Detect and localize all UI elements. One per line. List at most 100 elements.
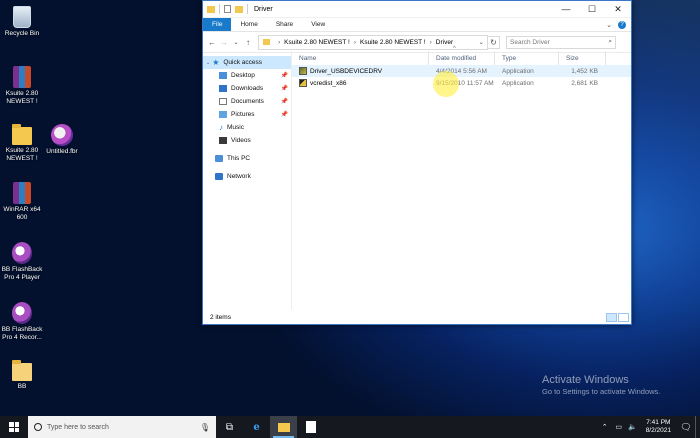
new-folder-icon[interactable]	[235, 5, 243, 13]
network-icon[interactable]: ▭	[612, 423, 626, 431]
column-header-date[interactable]: Date modified	[429, 51, 495, 65]
winrar-archive-icon	[13, 66, 31, 88]
desktop-icon-bb-recorder[interactable]: BB FlashBack Pro 4 Recor...	[0, 302, 44, 342]
task-view-button[interactable]: ⧉	[216, 416, 243, 438]
watermark-subtitle: Go to Settings to activate Windows.	[542, 387, 661, 396]
cursor-highlight	[433, 71, 459, 97]
taskbar-search-box[interactable]: Type here to search 🎙	[28, 416, 216, 438]
nav-item-pictures[interactable]: Pictures 📌	[203, 108, 291, 121]
nav-label: Network	[227, 173, 251, 180]
documents-icon	[219, 98, 227, 105]
system-tray: ⌃ ▭ 🔈 7:41 PM 8/2/2021 🗨	[598, 416, 700, 438]
folder-icon	[207, 5, 215, 13]
collapse-chevron-icon[interactable]: ⌄	[206, 60, 210, 66]
breadcrumb-item[interactable]: Ksuite 2.80 NEWEST !	[360, 39, 426, 46]
desktop-icon-recycle-bin[interactable]: Recycle Bin	[0, 6, 44, 38]
column-header-type[interactable]: Type	[495, 51, 559, 65]
chevron-up-icon[interactable]: ⌃	[598, 423, 612, 431]
videos-icon	[219, 137, 227, 144]
column-header-name[interactable]: Name	[292, 51, 429, 65]
details-view-icon[interactable]	[606, 312, 617, 322]
nav-label: Downloads	[231, 85, 264, 92]
nav-network[interactable]: Network	[203, 170, 291, 183]
flashback-recorder-icon	[12, 302, 32, 324]
nav-label: Documents	[231, 98, 264, 105]
file-explorer-button[interactable]	[270, 416, 297, 438]
breadcrumb-item[interactable]: Ksuite 2.80 NEWEST !	[284, 39, 350, 46]
desktop-icon-label: BB FlashBack Pro 4 Player	[1, 266, 43, 281]
search-icon: ⌕	[608, 38, 612, 45]
desktop-icon-label: Ksuite 2.80 NEWEST !	[5, 147, 39, 162]
folder-icon	[12, 124, 32, 145]
breadcrumb-separator-icon[interactable]: ›	[278, 39, 280, 46]
clock-time: 7:41 PM	[646, 419, 671, 426]
microphone-icon[interactable]: 🎙	[200, 423, 210, 432]
pin-icon: 📌	[280, 73, 288, 79]
desktop-icon-bb-player[interactable]: BB FlashBack Pro 4 Player	[0, 242, 44, 282]
folder-icon	[263, 39, 270, 45]
properties-icon[interactable]	[224, 5, 231, 13]
file-explorer-icon	[277, 422, 290, 432]
nav-item-documents[interactable]: Documents 📌	[203, 95, 291, 108]
search-placeholder: Type here to search	[47, 423, 109, 431]
nav-label: Music	[227, 124, 244, 131]
pin-icon: 📌	[280, 86, 288, 92]
breadcrumb-item[interactable]: Driver	[436, 39, 453, 46]
title-bar[interactable]: Driver — ☐ ✕	[203, 1, 631, 18]
nav-item-videos[interactable]: Videos	[203, 134, 291, 147]
desktop-icon-winrar[interactable]: WinRAR x64 600	[0, 182, 44, 222]
edge-button[interactable]: e	[243, 416, 270, 438]
search-placeholder: Search Driver	[510, 38, 550, 46]
back-arrow-icon[interactable]: ←	[206, 38, 218, 47]
forward-arrow-icon[interactable]: →	[218, 38, 230, 47]
start-button[interactable]	[0, 416, 28, 438]
tab-share[interactable]: Share	[267, 18, 302, 31]
search-input[interactable]: Search Driver ⌕	[506, 35, 616, 49]
pin-icon: 📌	[280, 99, 288, 105]
desktop-icon-untitled-fbr[interactable]: Untitled.fbr	[40, 124, 84, 156]
large-icons-view-icon[interactable]	[618, 312, 629, 322]
recent-locations-chevron-icon[interactable]: ⌄	[230, 39, 242, 46]
breadcrumb-separator-icon[interactable]: ›	[354, 39, 356, 46]
desktop-icon-ksuite-folder[interactable]: Ksuite 2.80 NEWEST !	[0, 124, 44, 163]
notification-icon[interactable]: 🗨	[677, 416, 695, 438]
explorer-window: Driver — ☐ ✕ File Home Share View ⌄ ? ← …	[202, 0, 632, 325]
file-row[interactable]: vcredist_x86 9/15/2010 11:57 AM Applicat…	[292, 77, 631, 89]
store-button[interactable]	[297, 416, 324, 438]
close-button[interactable]: ✕	[605, 1, 631, 17]
desktop-icon-label: Untitled.fbr	[46, 148, 78, 155]
nav-this-pc[interactable]: This PC	[203, 152, 291, 165]
nav-item-downloads[interactable]: Downloads 📌	[203, 82, 291, 95]
maximize-button[interactable]: ☐	[579, 1, 605, 17]
nav-quick-access[interactable]: ⌄ ★ Quick access	[203, 56, 291, 69]
breadcrumb-separator-icon[interactable]: ›	[430, 39, 432, 46]
fbr-file-icon	[51, 124, 73, 146]
file-type: Application	[502, 79, 534, 87]
expand-ribbon-chevron-icon[interactable]: ⌄	[602, 18, 616, 31]
task-view-icon: ⧉	[225, 421, 234, 433]
desktop-icon-ksuite-archive[interactable]: Ksuite 2.80 NEWEST !	[0, 66, 44, 106]
address-dropdown-icon[interactable]: ⌄	[476, 38, 487, 46]
desktop-icon-bb[interactable]: BB	[0, 360, 44, 391]
minimize-button[interactable]: —	[553, 1, 579, 17]
nav-item-desktop[interactable]: Desktop 📌	[203, 69, 291, 82]
pictures-icon	[219, 111, 227, 118]
refresh-icon[interactable]: ↻	[488, 35, 500, 49]
status-bar: 2 items	[203, 310, 631, 324]
clock[interactable]: 7:41 PM 8/2/2021	[640, 419, 677, 435]
tab-view[interactable]: View	[302, 18, 334, 31]
desktop-icon-label: Ksuite 2.80 NEWEST !	[5, 90, 39, 105]
music-icon: ♪	[219, 123, 223, 132]
tab-home[interactable]: Home	[231, 18, 266, 31]
tab-file[interactable]: File	[203, 18, 232, 31]
column-header-size[interactable]: Size	[559, 51, 606, 65]
nav-label: This PC	[227, 155, 251, 162]
volume-icon[interactable]: 🔈	[626, 423, 640, 431]
nav-item-music[interactable]: ♪ Music	[203, 121, 291, 134]
help-button[interactable]: ?	[616, 18, 631, 31]
file-row[interactable]: Driver_USBDEVICEDRV 4/4/2014 5:56 AM App…	[292, 65, 631, 77]
up-arrow-icon[interactable]: ↑	[242, 38, 254, 47]
file-size: 1,452 KB	[571, 67, 598, 75]
file-size: 2,681 KB	[571, 79, 598, 87]
show-desktop-button[interactable]	[695, 416, 700, 438]
